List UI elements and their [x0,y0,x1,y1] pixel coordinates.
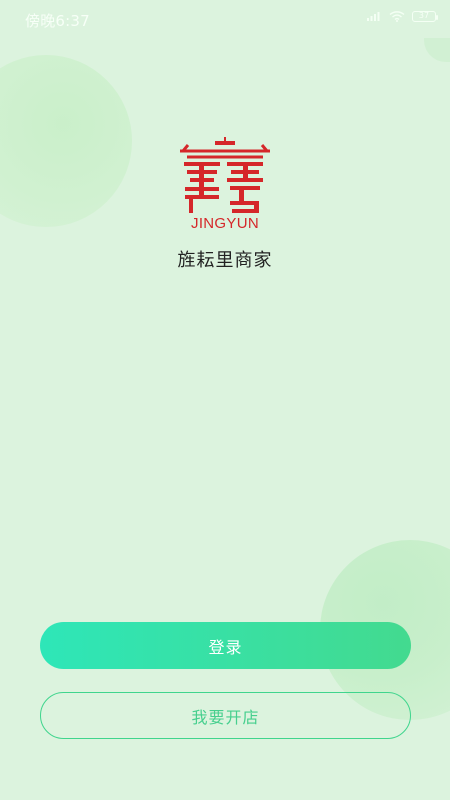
login-button[interactable]: 登录 [40,622,411,669]
app-screen: 傍晚6:37 37 JINGYUN 旌耘里商家 登录 我要开店 [0,0,450,800]
status-icons: 37 [367,10,438,22]
decorative-blob-top-right [424,38,450,62]
open-store-button[interactable]: 我要开店 [40,692,411,739]
logo-wordmark: JINGYUN [191,215,259,232]
decorative-circle-top-left [0,55,132,227]
battery-icon: 37 [412,10,438,22]
app-name: 旌耘里商家 [177,250,273,271]
jingyun-logo: JINGYUN [180,137,270,232]
wifi-icon [389,11,405,22]
signal-icon [367,12,380,21]
status-time: 傍晚6:37 [25,12,90,30]
battery-level: 37 [418,11,430,20]
status-bar: 傍晚6:37 37 [0,0,450,36]
